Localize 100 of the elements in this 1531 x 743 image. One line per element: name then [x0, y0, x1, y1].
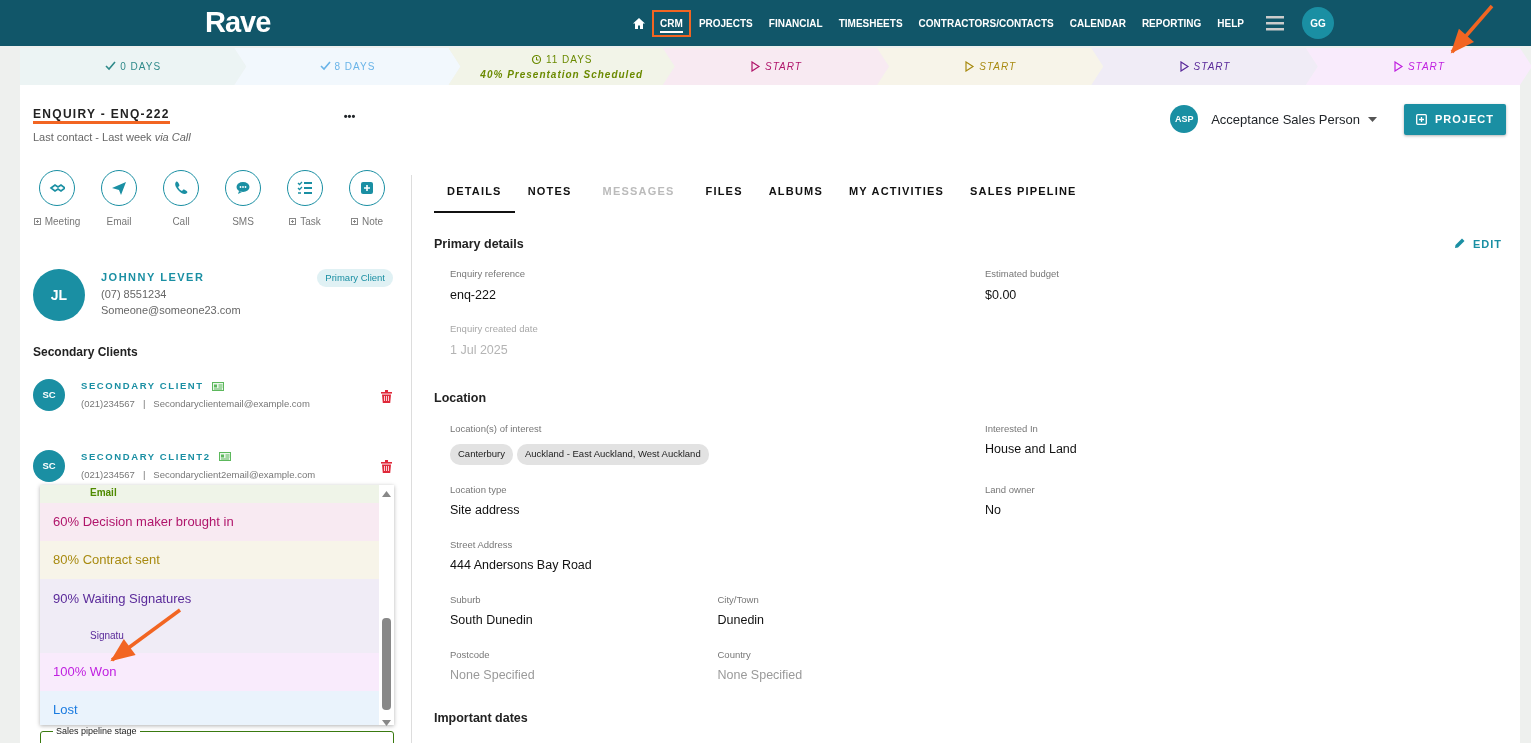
field-label: Street Address: [450, 537, 514, 552]
phone-icon: [173, 180, 189, 196]
field-value: $0.00: [985, 286, 1018, 304]
separator-text: |: [142, 467, 146, 482]
meeting-button[interactable]: [39, 170, 75, 206]
section-title: Important dates: [434, 709, 528, 727]
field-label: Suburb: [450, 592, 482, 607]
nav-link[interactable]: FINANCIAL: [760, 9, 831, 37]
note-button[interactable]: [349, 170, 385, 206]
project-button[interactable]: PROJECT: [1404, 104, 1506, 135]
trash-icon: [381, 460, 392, 473]
field-value: House and Land: [985, 441, 1078, 459]
more-button[interactable]: •••: [342, 107, 357, 126]
stage-step[interactable]: START: [1091, 48, 1318, 85]
email-button[interactable]: [101, 170, 137, 206]
tab[interactable]: MY ACTIVITIES: [835, 175, 957, 213]
dropdown-option[interactable]: 100% Won: [40, 653, 379, 691]
nav-link[interactable]: TIMESHEETS: [830, 9, 911, 37]
field-label: City/Town: [717, 592, 760, 607]
client-name[interactable]: SECONDARY CLIENT: [81, 379, 204, 394]
assignee-dropdown[interactable]: Acceptance Sales Person: [1210, 108, 1379, 130]
action-label: SMS: [232, 215, 254, 229]
pencil-icon: [1453, 238, 1465, 250]
section-title: Location: [434, 390, 487, 408]
client-name[interactable]: SECONDARY CLIENT2: [81, 449, 211, 464]
tab[interactable]: FILES: [692, 175, 756, 213]
field-value: No: [985, 501, 1002, 519]
call-button[interactable]: [163, 170, 199, 206]
plus-box-icon: [350, 218, 358, 225]
caret-icon: [1368, 116, 1378, 122]
field-label: Land owner: [985, 482, 1036, 497]
client-phone: (07) 8551234: [101, 286, 168, 302]
stage-step[interactable]: START: [1305, 48, 1531, 85]
field-value: None Specified: [717, 666, 804, 684]
id-card-icon: [218, 452, 231, 462]
chat-bubble-icon: [235, 180, 251, 196]
action-label: Meeting: [44, 215, 81, 229]
client-avatar: SC: [33, 449, 65, 482]
field-label: Country: [717, 647, 752, 662]
dropdown-option[interactable]: 90% Waiting Signatures Signatu: [40, 579, 379, 653]
stage-step[interactable]: 11 DAYS 40% Presentation Scheduled: [448, 48, 675, 85]
client-email: Secondaryclientemail@example.com: [153, 397, 310, 412]
logo: Rave: [205, 5, 271, 41]
checklist-icon: [297, 180, 313, 196]
last-contact-text: Last contact - Last week via Call: [33, 130, 191, 145]
action-label: Call: [172, 215, 190, 229]
menu-icon[interactable]: [1266, 15, 1284, 31]
nav-link[interactable]: HELP: [1209, 9, 1252, 37]
field-value: 444 Andersons Bay Road: [450, 556, 593, 574]
primary-client-badge: Primary Client: [317, 269, 393, 288]
nav-link[interactable]: CALENDAR: [1061, 9, 1134, 37]
field-value: Dunedin: [717, 611, 766, 629]
tab[interactable]: DETAILS: [434, 175, 515, 213]
nav-link[interactable]: REPORTING: [1133, 9, 1210, 37]
note-add-icon: [359, 180, 375, 196]
tab[interactable]: SALES PIPELINE: [957, 175, 1090, 213]
sms-button[interactable]: [225, 170, 261, 206]
field-value: Site address: [450, 501, 521, 519]
dropdown-option[interactable]: Lost: [40, 691, 379, 725]
play-icon: [1392, 61, 1404, 72]
trash-icon: [381, 389, 392, 403]
plus-box-icon: [33, 218, 41, 225]
plus-box-icon: [1416, 113, 1428, 125]
field-value: South Dunedin: [450, 611, 534, 629]
client-avatar: JL: [33, 269, 85, 321]
client-avatar: SC: [33, 379, 65, 412]
check-icon: [105, 61, 117, 72]
field-label: Estimated budget: [985, 267, 1060, 282]
stage-step[interactable]: START: [662, 48, 890, 85]
client-name[interactable]: JOHNNY LEVER: [101, 269, 241, 286]
check-icon: [319, 61, 331, 72]
tab[interactable]: NOTES: [514, 175, 585, 213]
task-button[interactable]: [287, 170, 323, 206]
action-label: Email: [106, 215, 132, 229]
plus-box-icon: [289, 218, 297, 225]
field-value: 1 Jul 2025: [450, 341, 509, 359]
id-card-icon: [211, 381, 224, 391]
section-title: Primary details: [434, 235, 524, 253]
location-chip: Auckland - East Auckland, West Auckland: [517, 444, 709, 465]
user-avatar[interactable]: GG: [1302, 7, 1334, 39]
timer-icon: [530, 53, 542, 65]
play-icon: [750, 61, 762, 72]
dropdown-option[interactable]: Email: [40, 485, 379, 503]
client-phone: (021)234567: [81, 397, 135, 412]
tab[interactable]: ALBUMS: [755, 175, 836, 213]
play-icon: [1178, 61, 1190, 72]
client-email: Secondaryclient2email@example.com: [153, 467, 316, 482]
nav-link[interactable]: PROJECTS: [690, 9, 761, 37]
nav-link[interactable]: CONTRACTORS/CONTACTS: [910, 9, 1062, 37]
paper-plane-icon: [111, 180, 127, 196]
action-label: Task: [300, 215, 321, 229]
action-label: Note: [361, 215, 384, 229]
dropdown-option[interactable]: 60% Decision maker brought in: [40, 503, 379, 541]
home-icon[interactable]: [632, 16, 647, 30]
field-label: Interested In: [985, 422, 1039, 436]
field-label: Location(s) of interest: [450, 422, 543, 436]
assignee-avatar: ASP: [1170, 105, 1199, 134]
stage-step[interactable]: 0 DAYS: [20, 48, 247, 85]
nav-link[interactable]: CRM: [652, 9, 691, 37]
edit-link[interactable]: EDIT: [1453, 235, 1502, 253]
